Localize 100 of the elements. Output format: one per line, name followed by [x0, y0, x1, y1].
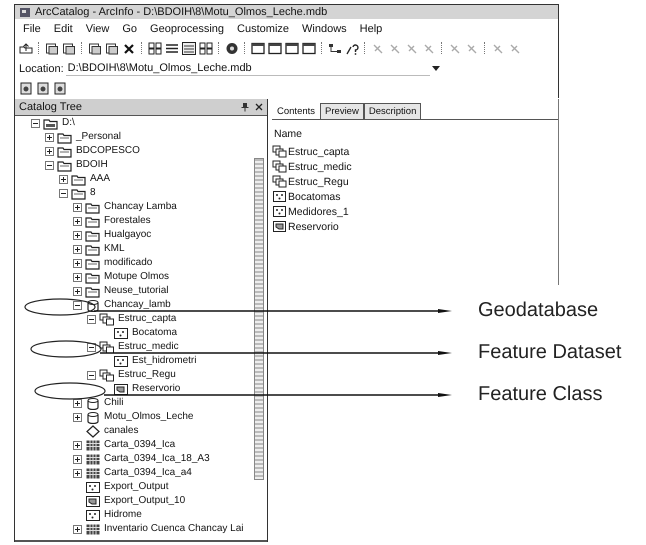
- tree-item[interactable]: Reservorio: [132, 384, 180, 394]
- document-icon[interactable]: [36, 82, 50, 94]
- content-item[interactable]: Estruc_Regu: [288, 176, 349, 188]
- dropdown-arrow-icon[interactable]: [432, 66, 440, 72]
- annotation-label: Feature Class: [478, 382, 602, 407]
- expander-icon[interactable]: [73, 454, 82, 464]
- expander-icon[interactable]: [73, 398, 82, 408]
- menu-item[interactable]: Windows: [302, 23, 347, 35]
- grid-icon[interactable]: [199, 42, 213, 54]
- window-icon[interactable]: [302, 42, 316, 54]
- tree-item[interactable]: 8: [90, 188, 96, 198]
- scrollbar[interactable]: [254, 158, 264, 480]
- expander-icon[interactable]: [73, 216, 82, 226]
- expander-icon[interactable]: [73, 440, 82, 450]
- tree-item[interactable]: Neuse_tutorial: [104, 286, 168, 296]
- tree-item[interactable]: _Personal: [76, 132, 122, 142]
- pane-title: Catalog Tree: [19, 101, 82, 113]
- expander-icon[interactable]: [73, 230, 82, 240]
- tree-item[interactable]: Bocatoma: [132, 328, 178, 338]
- tab[interactable]: Preview: [320, 103, 364, 119]
- tree-item[interactable]: Estruc_medic: [118, 342, 179, 352]
- tree-item[interactable]: Export_Output_10: [104, 496, 186, 506]
- expander-icon[interactable]: [45, 160, 54, 170]
- tree-item[interactable]: Carta_0394_Ica_18_A3: [104, 454, 210, 464]
- expander-icon[interactable]: [73, 202, 82, 212]
- tree-item[interactable]: KML: [104, 244, 125, 254]
- tree-item[interactable]: AAA: [90, 174, 110, 184]
- menu-item[interactable]: File: [23, 23, 41, 35]
- expander-icon[interactable]: [45, 132, 54, 142]
- expander-icon[interactable]: [73, 244, 82, 254]
- window-icon[interactable]: [285, 42, 299, 54]
- expander-icon[interactable]: [73, 468, 82, 478]
- pin-icon[interactable]: [241, 102, 249, 112]
- table-icon[interactable]: [182, 42, 196, 54]
- tree-item[interactable]: Estruc_capta: [118, 314, 176, 324]
- tree-item[interactable]: BDCOPESCO: [76, 146, 140, 156]
- menu-item[interactable]: View: [86, 23, 110, 35]
- grid-icon[interactable]: [148, 42, 162, 54]
- menu-item[interactable]: Customize: [237, 23, 290, 35]
- expander-icon[interactable]: [59, 174, 68, 184]
- tree-item[interactable]: Hidrome: [104, 510, 142, 520]
- tree-item[interactable]: Carta_0394_Ica_a4: [104, 468, 192, 478]
- column-header[interactable]: Name: [272, 120, 334, 144]
- copy-icon[interactable]: [88, 42, 102, 54]
- location-label: Location:: [19, 62, 64, 74]
- tree-item[interactable]: Est_hidrometri: [132, 356, 196, 366]
- expander-icon[interactable]: [73, 524, 82, 534]
- folder-icon: [85, 200, 101, 214]
- tree-icon[interactable]: [328, 42, 342, 54]
- menu-item[interactable]: Help: [360, 23, 382, 35]
- tree-item[interactable]: Carta_0394_Ica: [104, 440, 176, 450]
- close-icon[interactable]: [255, 103, 263, 111]
- folder-icon: [57, 158, 73, 172]
- tree-item[interactable]: Export_Output: [104, 482, 168, 492]
- tree-item[interactable]: Motu_Olmos_Leche: [104, 412, 194, 422]
- grid-icon: [85, 452, 101, 466]
- expander-icon[interactable]: [45, 146, 54, 156]
- content-item[interactable]: Medidores_1: [288, 206, 349, 218]
- tree-item[interactable]: Hualgayoc: [104, 230, 152, 240]
- folder-icon: [57, 144, 73, 158]
- window-icon[interactable]: [251, 42, 265, 54]
- menu-item[interactable]: Edit: [54, 23, 73, 35]
- tree-item[interactable]: Chancay Lamba: [104, 202, 177, 212]
- location-field[interactable]: D:\BDOIH\8\Motu_Olmos_Leche.mdb: [66, 61, 430, 76]
- expander-icon[interactable]: [73, 300, 82, 310]
- document-icon[interactable]: [53, 82, 67, 94]
- tree-item[interactable]: Motupe Olmos: [104, 272, 170, 282]
- window-icon[interactable]: [268, 42, 282, 54]
- expander-icon[interactable]: [73, 286, 82, 296]
- folder-up-icon[interactable]: [19, 42, 33, 54]
- tree-item[interactable]: D:\: [62, 118, 75, 128]
- menu-item[interactable]: Go: [122, 23, 138, 35]
- menu-item[interactable]: Geoprocessing: [150, 23, 224, 35]
- cross-icon[interactable]: [122, 42, 136, 54]
- document-icon[interactable]: [19, 82, 33, 94]
- database-icon: [85, 298, 101, 312]
- tree-item[interactable]: BDOIH: [76, 160, 108, 170]
- tree-item[interactable]: Forestales: [104, 216, 151, 226]
- list-icon[interactable]: [165, 42, 179, 54]
- content-item[interactable]: Bocatomas: [288, 190, 341, 202]
- help-icon[interactable]: [345, 42, 359, 54]
- expander-icon[interactable]: [73, 272, 82, 282]
- tree-item[interactable]: Estruc_Regu: [118, 370, 176, 380]
- tree-item[interactable]: canales: [104, 426, 138, 436]
- expander-icon[interactable]: [31, 118, 40, 128]
- expander-icon[interactable]: [87, 370, 96, 380]
- stacked-squares-icon: [99, 312, 115, 326]
- expander-icon[interactable]: [59, 188, 68, 198]
- content-item[interactable]: Estruc_capta: [288, 146, 350, 158]
- tree-item[interactable]: Inventario Cuenca Chancay Lai: [104, 524, 244, 534]
- content-item[interactable]: Estruc_medic: [288, 160, 352, 172]
- content-item[interactable]: Reservorio: [288, 220, 339, 232]
- tab[interactable]: Description: [364, 103, 422, 119]
- tree-item[interactable]: Chancay_lamb: [104, 300, 171, 310]
- tree-item[interactable]: Chili: [104, 398, 124, 408]
- expander-icon[interactable]: [87, 314, 96, 324]
- expander-icon[interactable]: [73, 412, 82, 422]
- expander-icon[interactable]: [73, 258, 82, 268]
- tree-item[interactable]: modificado: [104, 258, 152, 268]
- dotted-square-icon: [85, 480, 101, 494]
